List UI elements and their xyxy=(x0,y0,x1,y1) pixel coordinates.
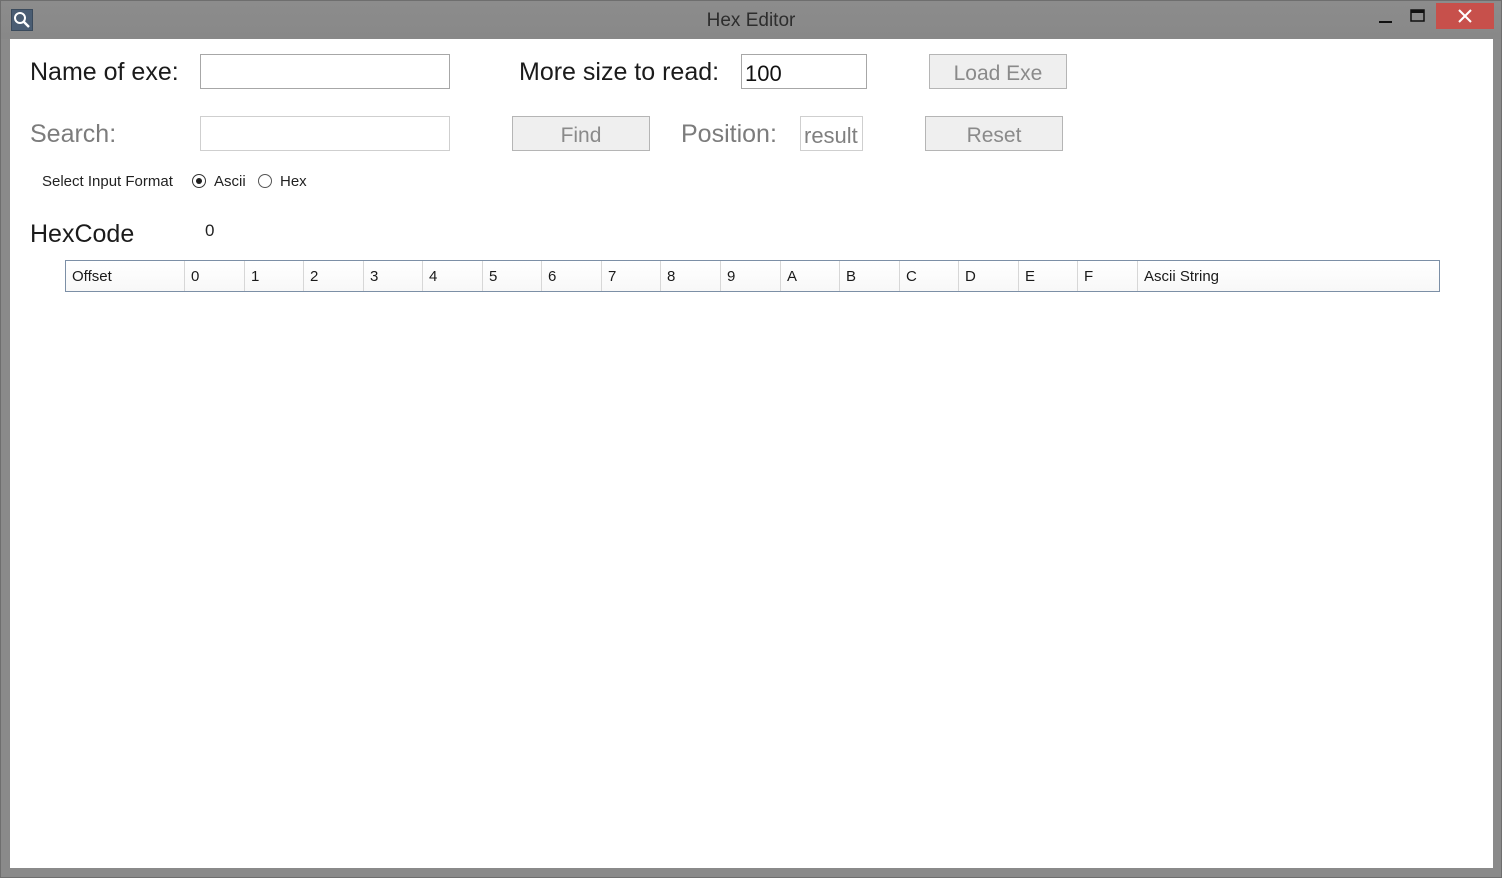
ascii-radio[interactable] xyxy=(192,174,206,188)
column-header-2[interactable]: 2 xyxy=(304,261,364,291)
column-header-5[interactable]: 5 xyxy=(483,261,542,291)
name-of-exe-label: Name of exe: xyxy=(30,58,179,86)
find-button[interactable]: Find xyxy=(512,116,650,151)
input-format-label: Select Input Format xyxy=(42,173,173,190)
column-header-d[interactable]: D xyxy=(959,261,1019,291)
size-to-read-input[interactable]: 100 xyxy=(741,54,867,89)
column-header-0[interactable]: 0 xyxy=(185,261,245,291)
radio-selected-dot xyxy=(196,178,202,184)
column-header-3[interactable]: 3 xyxy=(364,261,423,291)
title-bar[interactable]: Hex Editor xyxy=(1,1,1501,39)
app-window: Hex Editor Name of exe: More size to rea… xyxy=(0,0,1502,878)
search-label: Search: xyxy=(30,120,117,148)
ascii-radio-label[interactable]: Ascii xyxy=(214,173,246,190)
hex-radio-label[interactable]: Hex xyxy=(280,173,307,190)
hexcode-value: 0 xyxy=(205,221,215,240)
column-header-6[interactable]: 6 xyxy=(542,261,602,291)
client-area: Name of exe: More size to read: 100 Load… xyxy=(10,39,1493,868)
column-header-8[interactable]: 8 xyxy=(661,261,721,291)
column-header-7[interactable]: 7 xyxy=(602,261,661,291)
hex-data-grid[interactable]: Offset 0 1 2 3 4 5 6 7 8 9 A B C D E F A… xyxy=(65,260,1440,292)
column-header-a[interactable]: A xyxy=(781,261,840,291)
reset-button[interactable]: Reset xyxy=(925,116,1063,151)
search-input[interactable] xyxy=(200,116,450,151)
close-button[interactable] xyxy=(1436,3,1494,29)
exe-name-input[interactable] xyxy=(200,54,450,89)
position-label: Position: xyxy=(681,120,777,148)
column-header-f[interactable]: F xyxy=(1078,261,1138,291)
load-exe-button[interactable]: Load Exe xyxy=(929,54,1067,89)
column-header-c[interactable]: C xyxy=(900,261,959,291)
column-header-ascii-string[interactable]: Ascii String xyxy=(1138,261,1439,291)
hexcode-label: HexCode xyxy=(30,220,135,248)
column-header-offset[interactable]: Offset xyxy=(66,261,185,291)
maximize-button[interactable] xyxy=(1397,3,1441,29)
column-header-4[interactable]: 4 xyxy=(423,261,483,291)
size-to-read-label: More size to read: xyxy=(519,58,720,86)
column-header-e[interactable]: E xyxy=(1019,261,1078,291)
column-header-b[interactable]: B xyxy=(840,261,900,291)
column-header-9[interactable]: 9 xyxy=(721,261,781,291)
column-header-1[interactable]: 1 xyxy=(245,261,304,291)
window-title: Hex Editor xyxy=(706,10,796,31)
hex-radio[interactable] xyxy=(258,174,272,188)
maximize-icon xyxy=(1410,9,1425,22)
position-result-field: result xyxy=(800,116,863,151)
close-icon xyxy=(1458,9,1472,23)
